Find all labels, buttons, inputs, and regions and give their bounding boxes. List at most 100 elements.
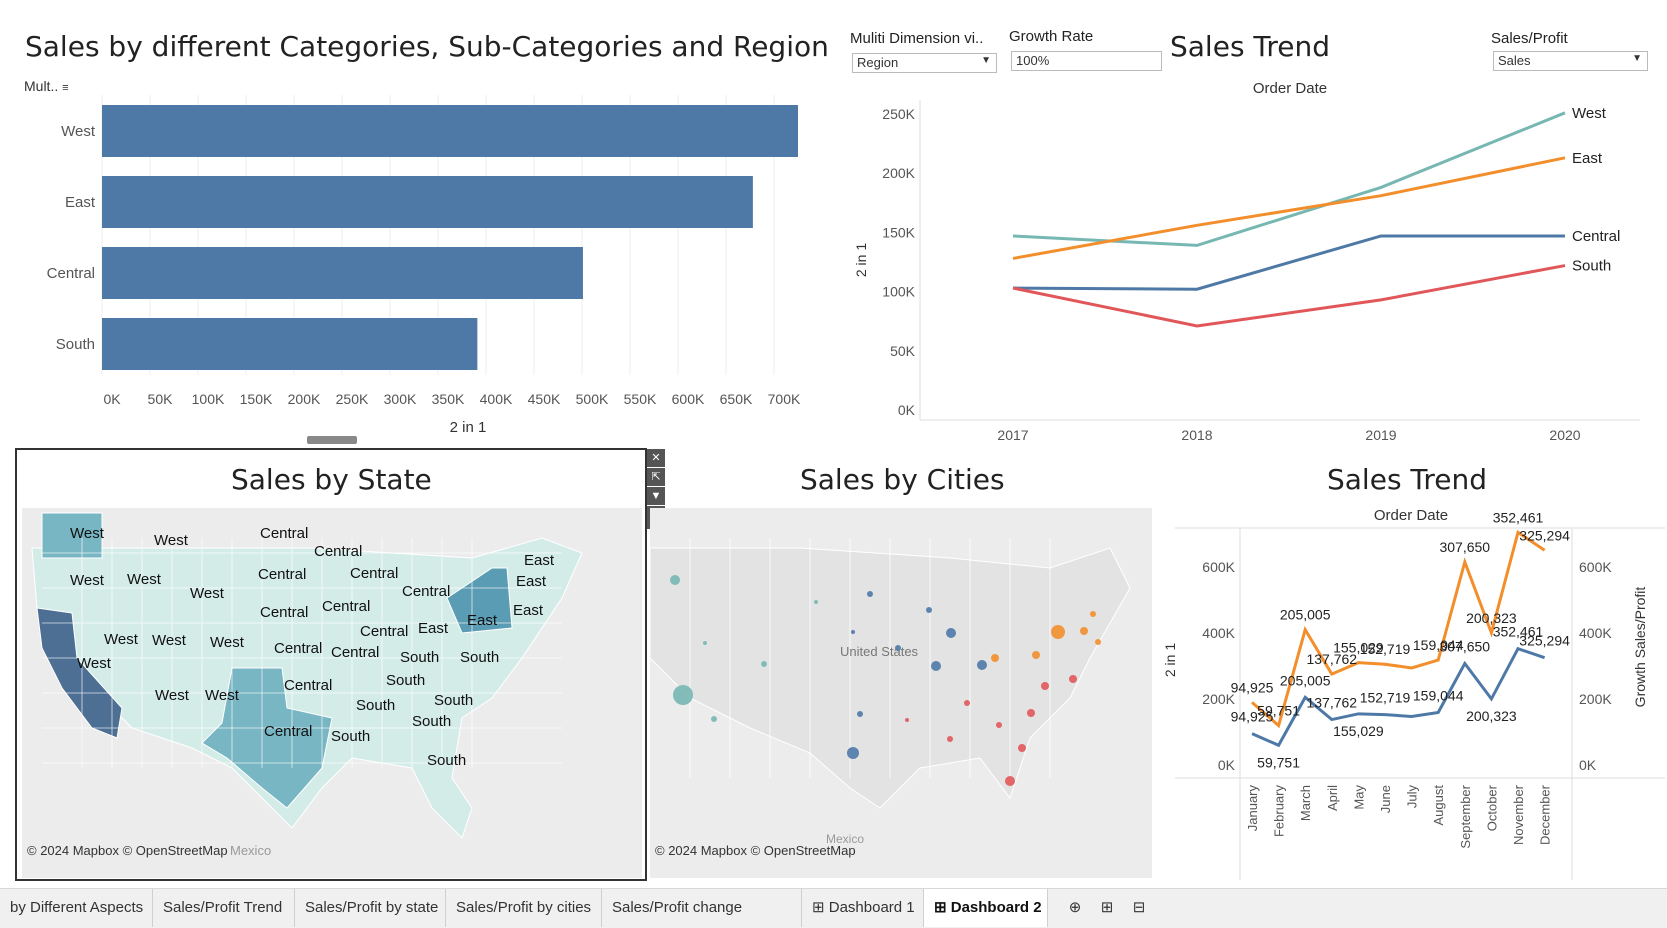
month-tick-label: June (1378, 785, 1393, 813)
x-tick-label: 100K (192, 391, 225, 407)
x-axis-title: Order Date (1253, 80, 1327, 97)
data-label: 59,751 (1257, 754, 1300, 770)
city-dot (1095, 639, 1101, 645)
state-region-label: Central (260, 604, 308, 621)
map-mexico-label: Mexico (826, 832, 864, 846)
data-label: 205,005 (1280, 672, 1331, 688)
multi-dimension-label: Muliti Dimension vi.. (850, 30, 984, 47)
state-region-label: West (210, 634, 245, 651)
bar-east (102, 176, 753, 228)
state-region-label: Central (260, 525, 308, 542)
city-dot (1051, 625, 1065, 639)
city-dot (851, 630, 855, 634)
main-chart-title: Sales by different Categories, Sub-Categ… (25, 30, 829, 63)
x-tick-label: 2018 (1181, 427, 1212, 443)
series-end-label: East (1572, 150, 1603, 167)
city-dot (946, 628, 956, 638)
state-map-title: Sales by State (231, 463, 432, 496)
tab-5[interactable]: ⊞ Dashboard 1 (802, 889, 924, 927)
city-dot (905, 718, 909, 722)
yearly-trend-chart: Order Date 0K 50K 100K 150K 200K 250K 2 in 1 201… (853, 80, 1640, 443)
state-region-label: Central (274, 640, 322, 657)
state-region-label: West (190, 585, 225, 602)
city-dot (670, 575, 680, 585)
y-tick-label: 250K (882, 106, 915, 122)
x-tick-label: 700K (768, 391, 801, 407)
month-tick-label: September (1458, 784, 1473, 848)
y-tick-label-right: 400K (1579, 625, 1612, 641)
x-tick-label: 50K (148, 391, 174, 407)
y-tick-label: 0K (1218, 757, 1236, 773)
tab-6[interactable]: ⊞ Dashboard 2 (924, 889, 1048, 927)
data-label: 200,323 (1466, 708, 1517, 724)
y-axis-label-right: Growth Sales/Profit (1632, 587, 1648, 708)
tab-2[interactable]: Sales/Profit by state (295, 889, 446, 927)
monthly-trend-title: Sales Trend (1327, 463, 1488, 496)
city-dot (857, 711, 863, 717)
city-dot (761, 661, 767, 667)
state-region-label: East (524, 552, 555, 569)
y-tick-label: 200K (882, 165, 915, 181)
new-sheet-icon[interactable]: ⊕ (1060, 889, 1090, 927)
city-dot (1005, 776, 1015, 786)
x-tick-label: 350K (432, 391, 465, 407)
sales-profit-dropdown[interactable]: Sales ▼ (1493, 51, 1648, 71)
state-region-label: Central (331, 644, 379, 661)
data-label: 137,762 (1306, 695, 1357, 711)
state-region-label: Central (258, 566, 306, 583)
state-region-label: West (154, 532, 189, 549)
series-line-west (1012, 111, 1566, 247)
state-region-label: South (356, 697, 395, 714)
map-mexico-label: Mexico (230, 843, 271, 858)
growth-rate-input[interactable]: 100% (1011, 51, 1162, 71)
y-tick-label-right: 600K (1579, 559, 1612, 575)
state-region-label: Central (314, 543, 362, 560)
state-map[interactable]: West West Central Central Central East West Wes… (22, 508, 642, 878)
month-tick-label: May (1351, 785, 1366, 810)
data-label-growth: 159,044 (1413, 637, 1464, 653)
data-label: 159,044 (1413, 688, 1464, 704)
state-region-label: West (77, 655, 112, 672)
city-dot (867, 591, 873, 597)
state-region-label: South (460, 649, 499, 666)
y-axis-label: 2 in 1 (853, 243, 869, 277)
map-country-label: United States (840, 644, 919, 659)
month-tick-label: February (1272, 785, 1287, 838)
tab-1[interactable]: Sales/Profit Trend (153, 889, 295, 927)
state-region-label: West (127, 571, 162, 588)
chevron-down-icon: ▼ (1632, 53, 1642, 64)
state-region-label: East (513, 602, 544, 619)
tab-4[interactable]: Sales/Profit change (602, 889, 802, 927)
x-tick-label: 450K (528, 391, 561, 407)
series-line-east (1012, 156, 1566, 260)
city-map[interactable]: United States© 2024 Mapbox © OpenStreetM… (650, 508, 1152, 878)
data-label-growth: 59,751 (1257, 703, 1300, 719)
state-region-label: East (418, 620, 449, 637)
bar-west (102, 105, 798, 157)
y-tick-label-right: 200K (1579, 691, 1612, 707)
month-tick-label: August (1431, 785, 1446, 826)
month-tick-label: March (1298, 785, 1313, 821)
x-tick-label: 650K (720, 391, 753, 407)
data-label-growth: 94,925 (1231, 679, 1274, 695)
close-icon[interactable]: ✕ (647, 449, 665, 467)
state-region-label: Central (350, 565, 398, 582)
popout-icon[interactable]: ⇱ (647, 468, 665, 486)
multi-dimension-value: Region (857, 55, 899, 70)
new-story-icon[interactable]: ⊟ (1124, 889, 1154, 927)
series-end-label: South (1572, 258, 1611, 275)
filter-icon[interactable]: ▼ (647, 487, 665, 505)
new-dashboard-icon[interactable]: ⊞ (1092, 889, 1122, 927)
tab-0[interactable]: by Different Aspects (0, 889, 153, 927)
resize-handle[interactable] (307, 436, 357, 444)
month-tick-label: December (1538, 784, 1553, 845)
cities-map-title: Sales by Cities (800, 463, 1005, 496)
tab-3[interactable]: Sales/Profit by cities (446, 889, 602, 927)
city-dot (991, 654, 999, 662)
x-tick-label: 300K (384, 391, 417, 407)
city-dot (964, 700, 970, 706)
x-tick-label: 400K (480, 391, 513, 407)
state-region-label: South (412, 713, 451, 730)
city-dot (814, 600, 818, 604)
sales-profit-value: Sales (1498, 53, 1531, 68)
